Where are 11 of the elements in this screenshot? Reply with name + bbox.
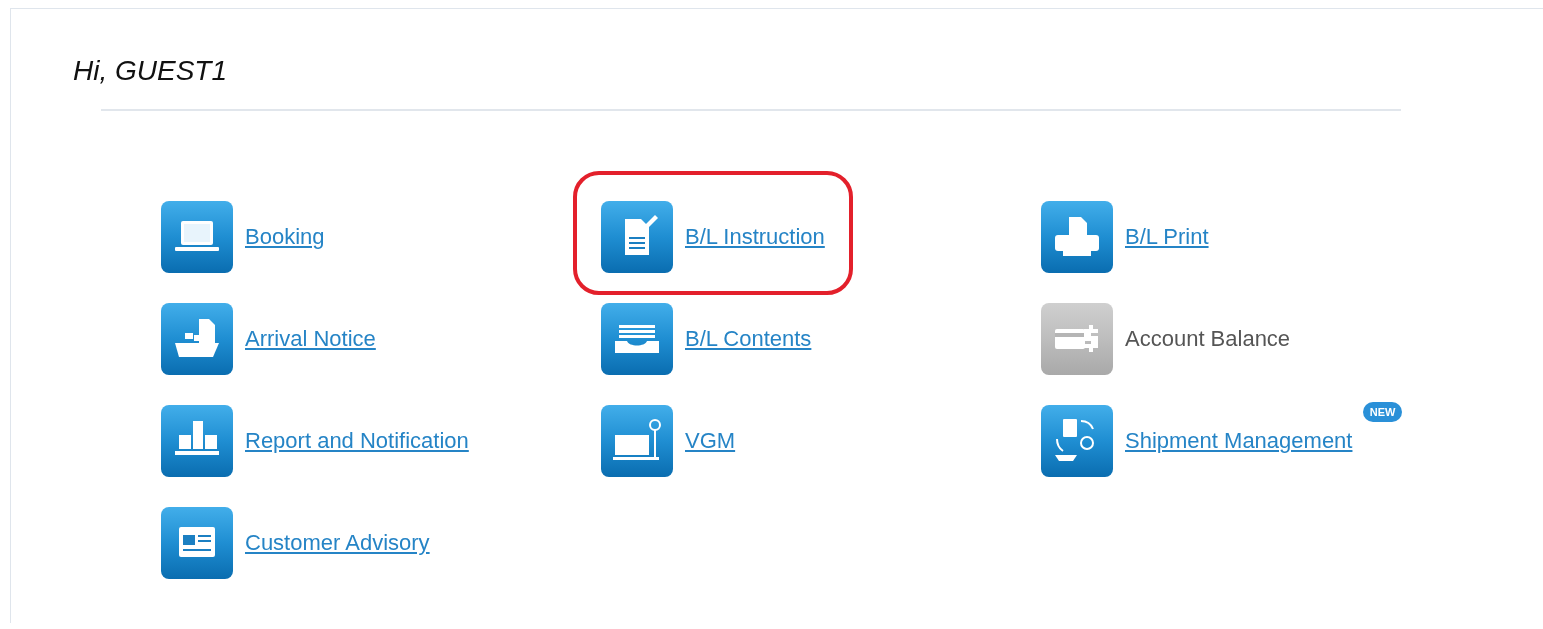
menu-link[interactable]: B/L Print	[1125, 224, 1209, 250]
menu-link[interactable]: B/L Instruction	[685, 224, 825, 250]
menu-link[interactable]: Booking	[245, 224, 325, 250]
menu-label: Account Balance	[1125, 326, 1291, 352]
new-badge: NEW	[1362, 402, 1403, 422]
menu-link[interactable]: VGM	[685, 428, 736, 454]
menu-link[interactable]: Customer Advisory	[245, 530, 430, 556]
menu-link[interactable]: Arrival Notice	[245, 326, 376, 352]
menu-link[interactable]: B/L Contents	[685, 326, 812, 352]
menu-link[interactable]: Report and Notification	[245, 428, 469, 454]
greeting: Hi, GUEST1	[72, 54, 229, 87]
